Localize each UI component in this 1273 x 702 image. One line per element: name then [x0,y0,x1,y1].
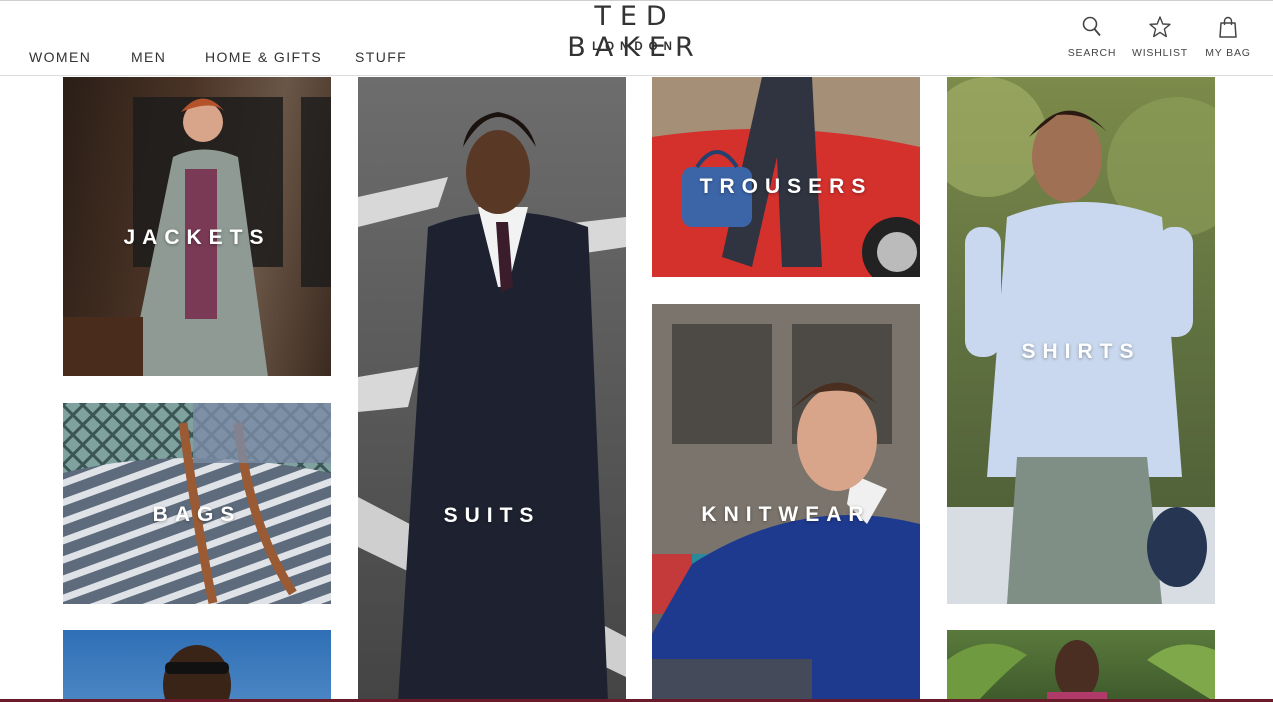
tile-label-shirts: SHIRTS [1021,340,1141,363]
tile-label-trousers: TROUSERS [699,175,873,198]
sunglasses-photo [163,645,231,702]
polo-photo [947,640,1215,702]
category-tile-suits[interactable]: SUITS [358,77,626,702]
bag-button[interactable]: MY BAG [1193,15,1263,59]
category-tile-shirts[interactable]: SHIRTS [947,77,1215,604]
suits-photo [358,112,626,702]
category-tile-bags[interactable]: BAGS [63,403,331,604]
category-tile-polo[interactable] [947,630,1215,702]
search-button[interactable]: SEARCH [1057,15,1127,59]
logo-subtitle: LONDON [592,41,678,53]
wishlist-label: WISHLIST [1132,47,1188,59]
wishlist-button[interactable]: WISHLIST [1125,15,1195,59]
shopping-bag-icon [1219,16,1237,38]
category-tile-knitwear[interactable]: KNITWEAR [652,304,920,702]
category-tile-sunglasses[interactable] [63,630,331,702]
nav-item-men[interactable]: MEN [131,49,166,65]
site-header: WOMEN MEN HOME & GIFTS STUFF TED BAKER L… [0,0,1273,76]
tile-label-bags: BAGS [152,503,242,526]
tile-label-jackets: JACKETS [123,226,271,249]
tile-label-knitwear: KNITWEAR [701,503,871,526]
tile-label-suits: SUITS [443,504,541,527]
search-label: SEARCH [1067,47,1117,59]
category-tile-trousers[interactable]: TROUSERS [652,77,920,277]
star-icon [1149,16,1171,38]
nav-item-home-gifts[interactable]: HOME & GIFTS [205,49,322,65]
category-tile-jackets[interactable]: JACKETS [63,77,331,376]
bag-label: MY BAG [1205,47,1251,59]
logo-wordmark: TED BAKER [567,1,703,63]
nav-item-stuff[interactable]: STUFF [355,49,407,65]
nav-item-women[interactable]: WOMEN [29,49,91,65]
search-icon [1082,16,1101,37]
